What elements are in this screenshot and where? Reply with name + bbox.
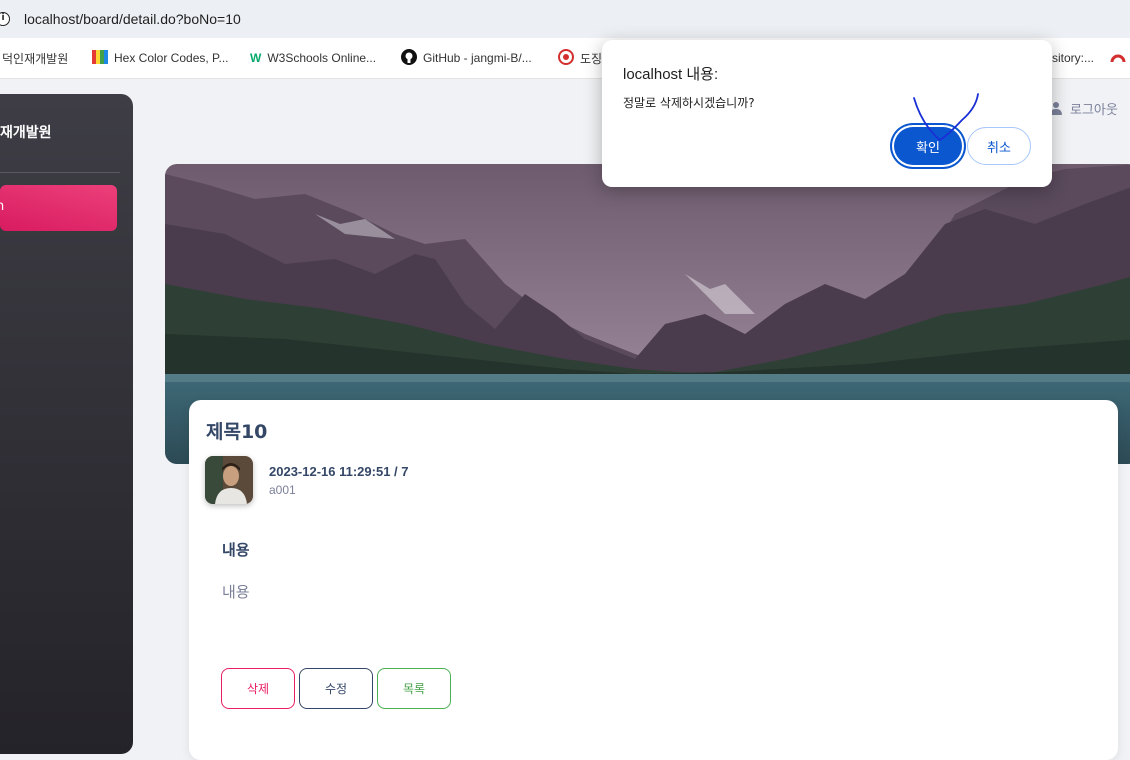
- dialog-message: 정말로 삭제하시겠습니까?: [623, 96, 755, 110]
- list-button[interactable]: 목록: [377, 668, 451, 709]
- confirm-button[interactable]: 확인: [894, 127, 962, 165]
- post-title: 제목10: [206, 421, 268, 443]
- sidebar-item-active[interactable]: h: [0, 185, 117, 231]
- colorbook-icon: [92, 49, 108, 67]
- content-label: 내용: [222, 541, 250, 559]
- confirm-dialog: localhost 내용: 정말로 삭제하시겠습니까? 확인 취소: [602, 40, 1052, 187]
- info-icon[interactable]: i: [0, 12, 10, 26]
- browser-address-bar[interactable]: i localhost/board/detail.do?boNo=10: [0, 0, 1130, 38]
- bookmark-item[interactable]: W W3Schools Online...: [250, 49, 376, 67]
- cancel-button[interactable]: 취소: [967, 127, 1031, 165]
- bookmark-item[interactable]: sitory:...: [1052, 49, 1094, 67]
- bookmark-item[interactable]: 도징: [558, 49, 602, 67]
- post-date-views: 2023-12-16 11:29:51 / 7: [269, 464, 409, 479]
- github-icon: [401, 49, 417, 67]
- gauge-icon: [1110, 51, 1126, 66]
- bookmark-item[interactable]: [1110, 49, 1130, 67]
- delete-button[interactable]: 삭제: [221, 668, 295, 709]
- bookmark-item[interactable]: 덕인재개발원: [2, 49, 68, 67]
- site-icon: [558, 49, 574, 67]
- avatar: [205, 456, 253, 504]
- url-text[interactable]: localhost/board/detail.do?boNo=10: [24, 11, 241, 27]
- post-detail-card: 제목10 2023-12-16 11:29:51 / 7 a001 내용 내용 …: [189, 400, 1118, 760]
- bookmark-item[interactable]: Hex Color Codes, P...: [92, 49, 229, 67]
- sidebar: 재개발원 h: [0, 94, 133, 754]
- w3schools-icon: W: [250, 51, 262, 65]
- content-body: 내용: [222, 583, 250, 601]
- logout-label: 로그아웃: [1070, 103, 1118, 118]
- logout-link[interactable]: 로그아웃: [1050, 99, 1118, 118]
- sidebar-divider: [0, 172, 120, 173]
- post-writer: a001: [269, 483, 296, 497]
- edit-button[interactable]: 수정: [299, 668, 373, 709]
- bookmark-item[interactable]: GitHub - jangmi-B/...: [401, 49, 532, 67]
- dialog-title: localhost 내용:: [623, 66, 719, 83]
- sidebar-brand[interactable]: 재개발원: [0, 122, 52, 142]
